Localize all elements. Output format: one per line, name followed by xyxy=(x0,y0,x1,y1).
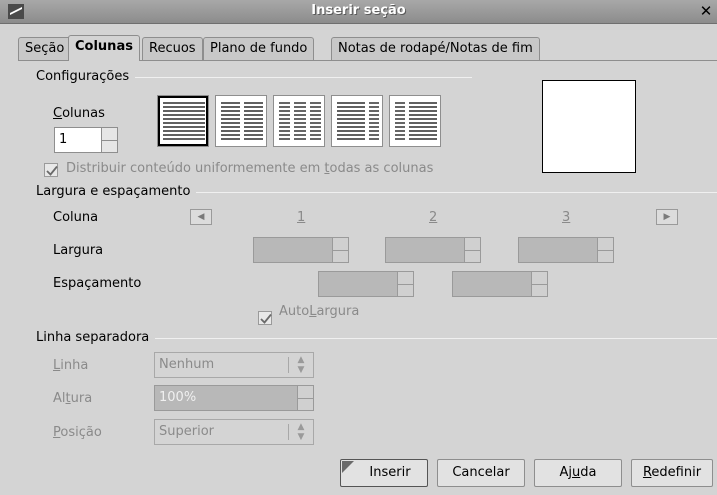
distribute-checkbox[interactable] xyxy=(44,163,58,177)
column-number-3: 3 xyxy=(562,210,571,225)
spacing-1-spinner[interactable] xyxy=(318,271,414,297)
tab-colunas[interactable]: Colunas xyxy=(68,35,140,61)
preset-2-columns-left-wide[interactable] xyxy=(331,95,383,147)
autowidth-checkbox[interactable] xyxy=(258,311,272,325)
spacing-2-spinner[interactable] xyxy=(452,271,548,297)
updown-arrows-icon: ▲ ▼ xyxy=(297,422,305,442)
distribute-label: Distribuir conteúdo uniformemente em tod… xyxy=(66,161,434,176)
espacamento-label: Espaçamento xyxy=(53,276,142,291)
preset-2-columns-right-wide[interactable] xyxy=(389,95,441,147)
tab-notas[interactable]: Notas de rodapé/Notas de fim xyxy=(331,37,540,60)
altura-label: Altura xyxy=(53,391,93,406)
checkmark-icon xyxy=(260,313,272,324)
next-column-arrow-icon[interactable]: ▶ xyxy=(656,209,678,225)
close-icon[interactable]: ✕ xyxy=(697,2,715,20)
insert-button[interactable]: Inserir xyxy=(340,459,428,487)
checkmark-icon xyxy=(46,165,58,176)
height-value: 100% xyxy=(159,390,197,405)
position-value: Superior xyxy=(159,424,214,439)
settings-group-label: Configurações xyxy=(36,69,136,84)
tab-secao[interactable]: Seção xyxy=(18,37,72,60)
preset-1-column[interactable] xyxy=(157,95,209,147)
preset-2-columns[interactable] xyxy=(215,95,267,147)
reset-button[interactable]: Redefinir xyxy=(631,459,713,487)
line-style-value: Nenhum xyxy=(159,357,215,372)
updown-arrows-icon: ▲ ▼ xyxy=(297,355,305,375)
height-spinner[interactable]: 100% xyxy=(154,385,314,411)
width-1-spinner[interactable] xyxy=(253,237,349,263)
largura-label: Largura xyxy=(53,243,104,258)
column-preview xyxy=(542,80,636,173)
position-combo[interactable]: Superior ▲ ▼ xyxy=(154,419,314,445)
separator-group-label: Linha separadora xyxy=(36,330,156,345)
columns-spinner[interactable]: 1 xyxy=(54,127,118,153)
coluna-label: Coluna xyxy=(53,210,99,225)
linha-label: Linha xyxy=(53,358,89,373)
width-group-label: Largura e espaçamento xyxy=(36,184,197,199)
help-button[interactable]: Ajuda xyxy=(534,459,622,487)
title-bar: Inserir seção ✕ xyxy=(0,0,717,24)
posicao-label: Posição xyxy=(53,425,102,440)
column-number-1: 1 xyxy=(297,210,306,225)
tab-recuos[interactable]: Recuos xyxy=(142,37,203,60)
preset-3-columns[interactable] xyxy=(273,95,325,147)
columns-spin-buttons[interactable] xyxy=(101,128,117,152)
column-number-2: 2 xyxy=(429,210,438,225)
columns-value: 1 xyxy=(59,132,68,147)
width-2-spinner[interactable] xyxy=(385,237,481,263)
line-style-combo[interactable]: Nenhum ▲ ▼ xyxy=(154,352,314,378)
window-title: Inserir seção xyxy=(311,3,406,18)
width-3-spinner[interactable] xyxy=(518,237,614,263)
prev-column-arrow-icon[interactable]: ◀ xyxy=(190,209,212,225)
columns-label: Colunas xyxy=(53,106,105,121)
cancel-button[interactable]: Cancelar xyxy=(437,459,525,487)
autowidth-label: AutoLargura xyxy=(279,304,360,319)
tab-plano-de-fundo[interactable]: Plano de fundo xyxy=(203,37,315,60)
